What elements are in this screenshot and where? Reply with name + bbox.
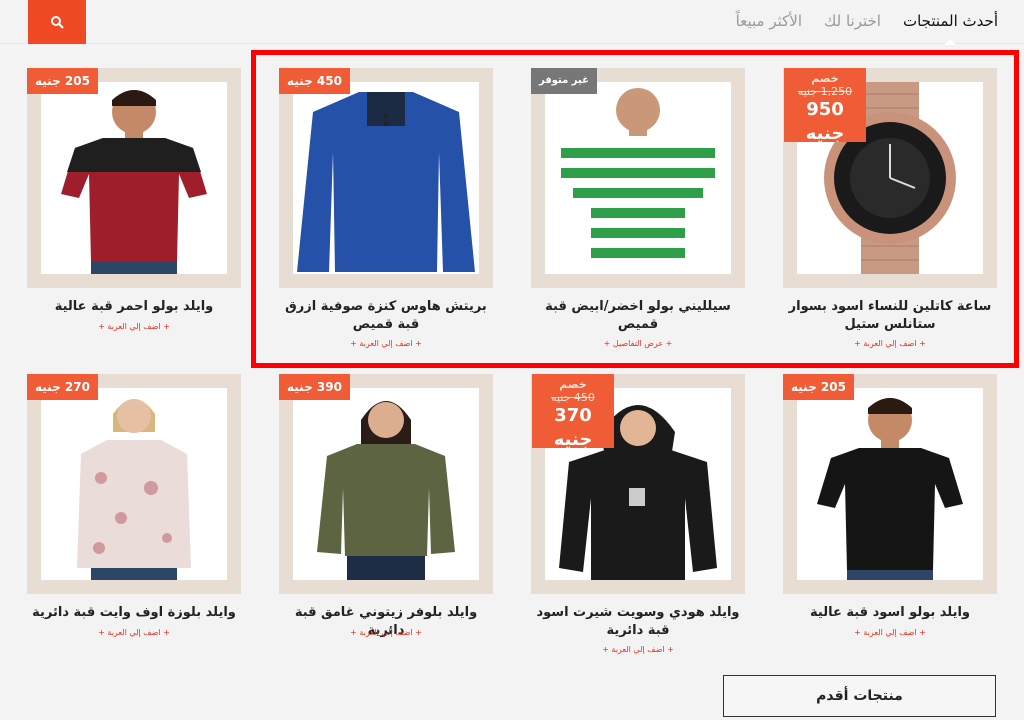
- sale-label: خصم: [811, 72, 839, 85]
- product-image-frame: [27, 374, 241, 594]
- product-title[interactable]: وايلد بولو اسود قبة عالية: [783, 604, 997, 622]
- sale-label: خصم: [559, 378, 587, 391]
- tab-best-sellers[interactable]: الأكثر مبيعاً: [736, 0, 802, 44]
- product-title[interactable]: سيلليني بولو اخضر/ابيض قبة قميص: [531, 298, 745, 334]
- old-price: 450 جنيه: [551, 391, 595, 404]
- product-title[interactable]: ساعة كاتلين للنساء اسود بسوار ستانلس ستي…: [783, 298, 997, 334]
- new-price: 950 جنيه: [805, 99, 845, 144]
- top-bar: أحدث المنتجات اخترنا لك الأكثر مبيعاً: [0, 0, 1024, 45]
- product-title[interactable]: وايلد هودي وسويت شيرت اسود قبة دائرية: [531, 604, 745, 640]
- product-image-frame: [531, 68, 745, 288]
- add-to-cart-link[interactable]: + اضف إلي العربة +: [27, 628, 241, 637]
- older-products-button[interactable]: منتجات أقدم: [723, 675, 996, 717]
- tabs: أحدث المنتجات اخترنا لك الأكثر مبيعاً: [736, 0, 998, 45]
- person-image: [61, 90, 207, 274]
- product-image[interactable]: [41, 388, 227, 580]
- person-image: [561, 88, 715, 274]
- view-details-link[interactable]: + عرض التفاصيل +: [531, 339, 745, 348]
- product-image[interactable]: [293, 388, 479, 580]
- add-to-cart-link[interactable]: + اضف إلي العربة +: [531, 645, 745, 654]
- product-image-frame: [279, 374, 493, 594]
- unavailable-badge: غير متوفر: [531, 68, 597, 94]
- price-badge: 205 جنيه: [27, 68, 98, 94]
- new-price: 370 جنيه: [553, 405, 593, 450]
- product-image-frame: [27, 68, 241, 288]
- add-to-cart-link[interactable]: + اضف إلي العربة +: [783, 339, 997, 348]
- tab-picked-for-you[interactable]: اخترنا لك: [824, 0, 881, 44]
- add-to-cart-link[interactable]: + اضف إلي العربة +: [279, 339, 493, 348]
- product-image[interactable]: [797, 388, 983, 580]
- add-to-cart-link[interactable]: + اضف إلي العربة +: [27, 322, 241, 331]
- sale-badge: خصم 1,250 جنيه 950 جنيه: [784, 68, 866, 144]
- product-image[interactable]: [545, 82, 731, 274]
- product-image[interactable]: [293, 82, 479, 274]
- search-button[interactable]: [28, 0, 86, 44]
- product-title[interactable]: بريتش هاوس كنزة صوفية ازرق قبة قميص: [279, 298, 493, 334]
- product-image[interactable]: [41, 82, 227, 274]
- tab-latest-products[interactable]: أحدث المنتجات: [903, 0, 998, 45]
- sweater-image: [297, 92, 475, 272]
- product-image-frame: [783, 374, 997, 594]
- sale-badge: خصم 450 جنيه 370 جنيه: [532, 374, 614, 450]
- person-image: [817, 398, 963, 580]
- product-title[interactable]: وايلد بولو احمر قبة عالية: [27, 298, 241, 316]
- person-image: [317, 401, 455, 580]
- add-to-cart-link[interactable]: + اضف إلي العربة +: [783, 628, 997, 637]
- old-price: 1,250 جنيه: [797, 85, 853, 98]
- price-badge: 205 جنيه: [783, 374, 854, 400]
- price-badge: 390 جنيه: [279, 374, 350, 400]
- price-badge: 450 جنيه: [279, 68, 350, 94]
- price-badge: 270 جنيه: [27, 374, 98, 400]
- add-to-cart-link[interactable]: + اضف إلي العربة +: [279, 628, 493, 637]
- person-image: [77, 399, 191, 580]
- search-icon: [51, 16, 64, 29]
- product-image-frame: [279, 68, 493, 288]
- product-title[interactable]: وايلد بلوزة اوف وايت قبة دائرية: [27, 604, 241, 622]
